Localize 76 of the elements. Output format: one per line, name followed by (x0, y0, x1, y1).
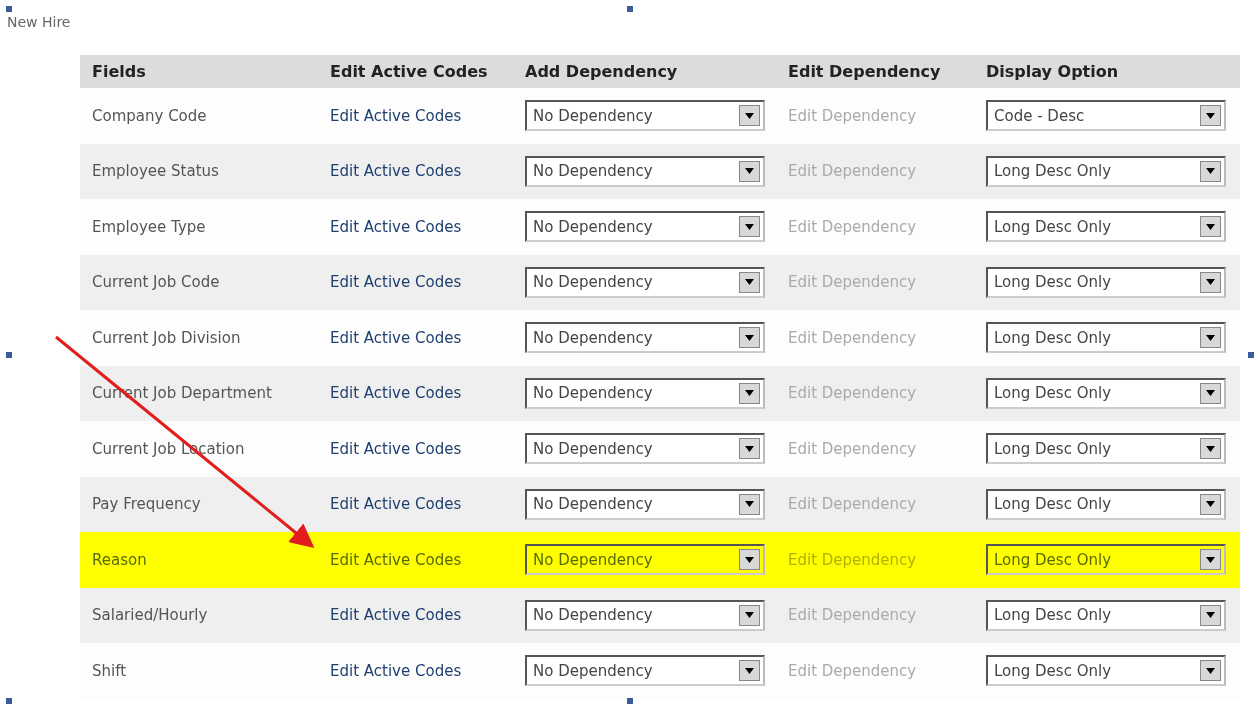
dependency-dropdown[interactable]: No Dependency (525, 377, 765, 409)
page-title: New Hire (7, 14, 71, 30)
column-header: Edit Active Codes (329, 62, 489, 81)
display-option-dropdown[interactable]: Code - Desc (986, 100, 1226, 132)
edit-active-codes-link[interactable]: Edit Active Codes (330, 328, 462, 347)
field-name: Employee Status (92, 162, 219, 181)
caret-icon (1206, 501, 1215, 508)
caret-icon (745, 223, 754, 230)
caret-icon (745, 501, 754, 508)
field-name: Pay Frequency (92, 495, 201, 514)
caret-icon (745, 612, 754, 619)
column-header: Edit Dependency (787, 62, 942, 81)
caret-icon (1206, 667, 1215, 674)
edit-active-codes-link[interactable]: Edit Active Codes (330, 106, 462, 125)
display-option-dropdown[interactable]: Long Desc Only (986, 488, 1226, 520)
caret-icon (1206, 168, 1215, 175)
edit-active-codes-link[interactable]: Edit Active Codes (330, 661, 462, 680)
resize-handle[interactable] (6, 6, 12, 12)
dependency-dropdown[interactable]: No Dependency (525, 211, 765, 243)
edit-active-codes-link[interactable]: Edit Active Codes (330, 550, 462, 569)
caret-icon (745, 445, 754, 452)
caret-icon (1206, 112, 1215, 119)
dependency-dropdown[interactable]: No Dependency (525, 100, 765, 132)
caret-icon (1206, 279, 1215, 286)
field-name: Company Code (92, 106, 207, 125)
dependency-dropdown[interactable]: No Dependency (525, 544, 765, 576)
column-header: Display Option (985, 62, 1120, 81)
caret-icon (1206, 334, 1215, 341)
edit-active-codes-link[interactable]: Edit Active Codes (330, 606, 462, 625)
edit-active-codes-link[interactable]: Edit Active Codes (330, 495, 462, 514)
dependency-dropdown[interactable]: No Dependency (525, 655, 765, 687)
caret-icon (745, 334, 754, 341)
display-option-dropdown[interactable]: Long Desc Only (986, 211, 1226, 243)
caret-icon (745, 667, 754, 674)
edit-active-codes-link[interactable]: Edit Active Codes (330, 217, 462, 236)
dependency-dropdown[interactable]: No Dependency (525, 599, 765, 631)
column-header: Fields (91, 62, 147, 81)
display-option-dropdown[interactable]: Long Desc Only (986, 322, 1226, 354)
field-name: Current Job Division (92, 328, 241, 347)
display-option-dropdown[interactable]: Long Desc Only (986, 155, 1226, 187)
caret-icon (1206, 445, 1215, 452)
caret-icon (745, 168, 754, 175)
edit-active-codes-link[interactable]: Edit Active Codes (330, 384, 462, 403)
edit-active-codes-link[interactable]: Edit Active Codes (330, 439, 462, 458)
resize-handle[interactable] (6, 352, 12, 358)
caret-icon (745, 279, 754, 286)
display-option-dropdown[interactable]: Long Desc Only (986, 266, 1226, 298)
field-name: Reason (92, 550, 147, 569)
resize-handle[interactable] (6, 698, 12, 704)
column-header: Add Dependency (524, 62, 679, 81)
field-name: Salaried/Hourly (92, 606, 208, 625)
dependency-dropdown[interactable]: No Dependency (525, 433, 765, 465)
dependency-dropdown[interactable]: No Dependency (525, 322, 765, 354)
field-name: Shift (92, 661, 127, 680)
edit-active-codes-link[interactable]: Edit Active Codes (330, 162, 462, 181)
caret-icon (745, 390, 754, 397)
resize-handle[interactable] (1248, 352, 1254, 358)
caret-icon (1206, 612, 1215, 619)
caret-icon (1206, 390, 1215, 397)
display-option-dropdown[interactable]: Long Desc Only (986, 599, 1226, 631)
caret-icon (1206, 223, 1215, 230)
edit-active-codes-link[interactable]: Edit Active Codes (330, 273, 462, 292)
field-name: Employee Type (92, 217, 206, 236)
resize-handle[interactable] (627, 698, 633, 704)
display-option-dropdown[interactable]: Long Desc Only (986, 544, 1226, 576)
display-option-dropdown[interactable]: Long Desc Only (986, 655, 1226, 687)
dependency-dropdown[interactable]: No Dependency (525, 266, 765, 298)
dependency-dropdown[interactable]: No Dependency (525, 155, 765, 187)
caret-icon (745, 112, 754, 119)
display-option-dropdown[interactable]: Long Desc Only (986, 433, 1226, 465)
dependency-dropdown[interactable]: No Dependency (525, 488, 765, 520)
resize-handle[interactable] (627, 6, 633, 12)
field-name: Current Job Code (92, 273, 220, 292)
display-option-dropdown[interactable]: Long Desc Only (986, 377, 1226, 409)
caret-icon (745, 556, 754, 563)
caret-icon (1206, 556, 1215, 563)
